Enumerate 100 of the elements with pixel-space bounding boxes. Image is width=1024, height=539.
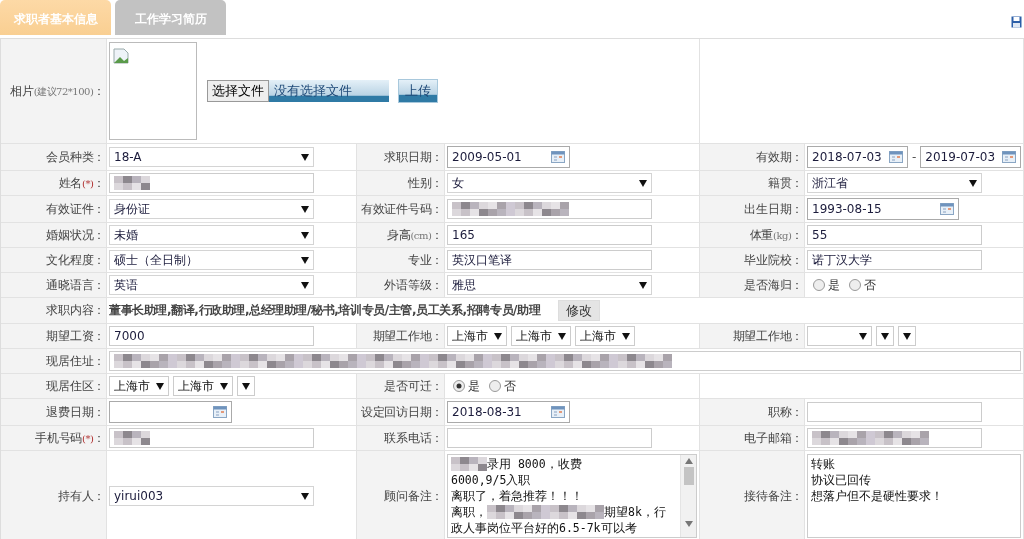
field-label: 文化程度： xyxy=(46,251,105,269)
calendar-icon[interactable] xyxy=(551,151,565,163)
text-field[interactable] xyxy=(109,351,1021,371)
text-field[interactable] xyxy=(807,428,982,448)
notes-textarea[interactable]: 录用 8000，收费 6000,9/5入职 离职了，着急推荐！！！ 离职， 期望8k，行 政人事岗位平台好的6.5-7k可以考 xyxy=(447,454,697,538)
select-field[interactable] xyxy=(807,326,872,346)
field-label: 专业： xyxy=(407,251,443,269)
caret-icon xyxy=(639,281,647,289)
select-field[interactable]: 硕士（全日制） xyxy=(109,250,314,270)
caret-icon xyxy=(301,492,309,500)
caret-icon xyxy=(301,205,309,213)
caret-icon xyxy=(969,179,977,187)
notes-textarea[interactable]: 转账 协议已回传 想落户但不是硬性要求！ xyxy=(807,454,1021,538)
select-field[interactable]: yirui003 xyxy=(109,486,314,506)
scroll-up-icon[interactable] xyxy=(684,458,693,464)
field-label: 接待备注： xyxy=(744,487,803,505)
date-field[interactable] xyxy=(109,401,232,423)
field-label: 体重(kg)： xyxy=(749,226,803,244)
text-field[interactable]: 诺丁汉大学 xyxy=(807,250,982,270)
field-label: 外语等级： xyxy=(384,276,443,294)
text-field[interactable]: 55 xyxy=(807,225,982,245)
select-field[interactable]: 浙江省 xyxy=(807,173,982,193)
date-field[interactable]: 1993-08-15 xyxy=(807,198,959,220)
field-label: 持有人： xyxy=(58,487,105,505)
select-field[interactable]: 女 xyxy=(447,173,652,193)
file-status: 没有选择文件 xyxy=(269,80,389,102)
date-field[interactable]: 2019-07-03 xyxy=(920,146,1022,168)
field-label: 期望工作地： xyxy=(732,327,803,345)
text-field[interactable]: 165 xyxy=(447,225,652,245)
select-field[interactable]: 雅思 xyxy=(447,275,652,295)
select-field[interactable]: 未婚 xyxy=(109,225,314,245)
text-field[interactable] xyxy=(109,428,314,448)
select-field[interactable] xyxy=(876,326,894,346)
caret-icon xyxy=(859,332,867,340)
radio-label: 否 xyxy=(864,276,876,294)
radio-label: 是 xyxy=(828,276,840,294)
job-intentions: 董事长助理,翻译,行政助理,总经理助理/秘书,培训专员/主管,员工关系,招聘专员/助理 xyxy=(109,302,541,319)
scroll-down-icon[interactable] xyxy=(684,521,693,527)
date-field[interactable]: 2018-07-03 xyxy=(807,146,908,168)
caret-icon xyxy=(494,332,502,340)
text-field[interactable] xyxy=(447,199,652,219)
upload-button[interactable]: 上传 xyxy=(398,79,438,103)
field-label: 相片(建议72*100)： xyxy=(10,82,105,100)
radio-button[interactable] xyxy=(813,279,825,291)
field-label: 是否海归： xyxy=(744,276,803,294)
field-label: 籍贯： xyxy=(767,174,803,192)
date-field[interactable]: 2018-08-31 xyxy=(447,401,570,423)
field-label: 现居住址： xyxy=(46,352,105,370)
field-label: 顾问备注： xyxy=(384,487,443,505)
radio-label: 否 xyxy=(504,377,516,395)
text-field[interactable] xyxy=(807,402,982,422)
field-label: 现居住区： xyxy=(46,377,105,395)
field-label: 期望工作地： xyxy=(372,327,443,345)
select-field[interactable] xyxy=(237,376,255,396)
caret-icon xyxy=(622,332,630,340)
text-field[interactable]: 英汉口笔译 xyxy=(447,250,652,270)
caret-icon xyxy=(156,382,164,390)
radio-button[interactable] xyxy=(453,380,465,392)
caret-icon xyxy=(639,179,647,187)
field-label: 是否可迁： xyxy=(384,377,443,395)
select-field[interactable]: 上海市 xyxy=(511,326,571,346)
field-label: 性别： xyxy=(407,174,443,192)
range-separator: - xyxy=(912,150,917,164)
field-label: 姓名(*)： xyxy=(58,174,105,192)
text-field[interactable] xyxy=(109,173,314,193)
caret-icon xyxy=(301,256,309,264)
text-field[interactable]: 7000 xyxy=(109,326,314,346)
scrollbar[interactable] xyxy=(680,455,696,537)
field-label: 身高(cm)： xyxy=(387,226,443,244)
select-field[interactable]: 上海市 xyxy=(173,376,233,396)
select-field[interactable] xyxy=(898,326,916,346)
field-label: 有效证件号码： xyxy=(361,200,443,218)
field-label: 设定回访日期： xyxy=(361,403,443,421)
scroll-thumb[interactable] xyxy=(683,467,694,485)
radio-label: 是 xyxy=(468,377,480,395)
date-field[interactable]: 2009-05-01 xyxy=(447,146,570,168)
caret-icon xyxy=(220,382,228,390)
choose-file-button[interactable]: 选择文件 xyxy=(207,80,269,102)
field-label: 电子邮箱： xyxy=(744,429,803,447)
edit-button[interactable]: 修改 xyxy=(558,300,601,321)
field-label: 毕业院校： xyxy=(744,251,803,269)
calendar-icon[interactable] xyxy=(889,151,903,163)
calendar-icon[interactable] xyxy=(1002,151,1017,163)
select-field[interactable]: 英语 xyxy=(109,275,314,295)
radio-button[interactable] xyxy=(489,380,501,392)
field-label: 有效证件： xyxy=(46,200,105,218)
select-field[interactable]: 身份证 xyxy=(109,199,314,219)
select-field[interactable]: 上海市 xyxy=(447,326,507,346)
calendar-icon[interactable] xyxy=(551,406,565,418)
field-label: 职称： xyxy=(767,403,803,421)
text-field[interactable] xyxy=(447,428,652,448)
calendar-icon[interactable] xyxy=(940,203,954,215)
calendar-icon[interactable] xyxy=(213,406,227,418)
caret-icon xyxy=(558,332,566,340)
select-field[interactable]: 18-A xyxy=(109,147,314,167)
select-field[interactable]: 上海市 xyxy=(109,376,169,396)
field-label: 退费日期： xyxy=(46,403,105,421)
radio-button[interactable] xyxy=(849,279,861,291)
save-icon[interactable] xyxy=(1011,16,1022,28)
select-field[interactable]: 上海市 xyxy=(575,326,635,346)
